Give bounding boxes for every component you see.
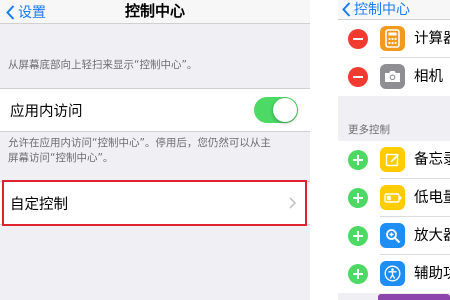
control-label: 计算器 — [414, 31, 450, 47]
next-control-icon-partial — [378, 294, 450, 300]
remove-button[interactable] — [348, 67, 368, 87]
in-app-access-toggle[interactable] — [254, 97, 298, 123]
in-app-access-row: 应用内访问 — [0, 88, 310, 132]
more-controls-header: 更多控制 — [348, 124, 390, 136]
remove-button[interactable] — [348, 29, 368, 49]
navigation-bar: 控制中心 — [338, 0, 450, 20]
control-row-accessibility-shortcut: 辅助功能快捷键 — [338, 255, 450, 293]
battery-icon — [380, 185, 405, 210]
in-app-access-label: 应用内访问 — [10, 103, 83, 120]
control-label: 辅助功能快捷键 — [414, 266, 450, 282]
back-button[interactable]: 控制中心 — [342, 0, 410, 18]
customize-controls-row[interactable]: 自定控制 — [0, 181, 310, 225]
control-label: 低电量模式 — [414, 190, 450, 206]
control-row-camera: 相机 — [338, 58, 450, 96]
control-label: 备忘录 — [414, 152, 450, 168]
control-row-notes: 备忘录 — [338, 141, 450, 179]
add-button[interactable] — [348, 188, 368, 208]
customize-controls-label: 自定控制 — [10, 196, 68, 213]
customize-controls-screen: 控制中心 计算器 相机 更多控制 备忘录 低电量模式 — [338, 0, 450, 300]
notes-icon — [380, 147, 405, 172]
swipe-hint-text: 从屏幕底部向上轻扫来显示“控制中心”。 — [8, 59, 198, 71]
control-row-calculator: 计算器 — [338, 20, 450, 58]
control-center-settings-screen: 设置 控制中心 从屏幕底部向上轻扫来显示“控制中心”。 应用内访问 允许在应用内… — [0, 0, 310, 300]
chevron-right-icon — [289, 197, 296, 209]
page-title: 控制中心 — [124, 2, 185, 20]
toggle-knob — [273, 98, 297, 122]
in-app-access-description: 允许在应用内访问“控制中心”。停用后，您仍然可以从主 屏幕访问“控制中心”。 — [8, 136, 271, 166]
control-label: 放大器 — [414, 228, 450, 244]
description-line-2: 屏幕访问“控制中心”。 — [8, 152, 114, 164]
back-label: 控制中心 — [354, 2, 410, 18]
navigation-bar: 设置 控制中心 — [0, 0, 310, 24]
control-row-magnifier: 放大器 — [338, 217, 450, 255]
chevron-left-icon — [342, 1, 351, 17]
control-label: 相机 — [414, 69, 443, 85]
add-button[interactable] — [348, 150, 368, 170]
accessibility-icon — [380, 261, 405, 286]
description-line-1: 允许在应用内访问“控制中心”。停用后，您仍然可以从主 — [8, 137, 271, 149]
add-button[interactable] — [348, 226, 368, 246]
add-button[interactable] — [348, 264, 368, 284]
camera-icon — [380, 64, 405, 89]
control-row-low-power-mode: 低电量模式 — [338, 179, 450, 217]
magnifier-icon — [380, 223, 405, 248]
calculator-icon — [380, 26, 405, 51]
